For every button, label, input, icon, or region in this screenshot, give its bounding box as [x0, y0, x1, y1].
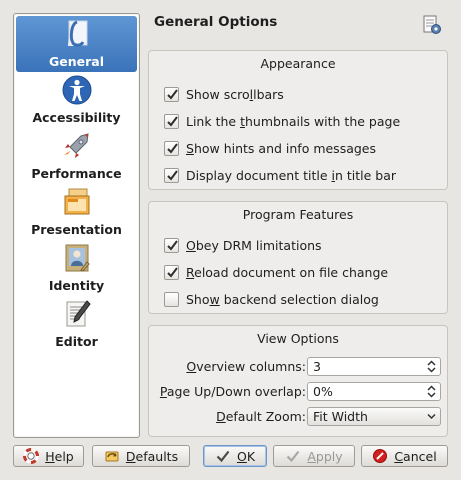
document-settings-icon — [423, 15, 441, 34]
cancel-button[interactable]: Cancel — [361, 445, 448, 467]
sidebar-item-label: Performance — [31, 166, 122, 181]
sidebar-item-presentation[interactable]: Presentation — [16, 184, 137, 240]
checkbox-box[interactable] — [164, 237, 179, 253]
apply-check-icon — [287, 450, 300, 463]
checkbox-label: Show backend selection dialog — [186, 291, 379, 307]
checkbox-box[interactable] — [164, 140, 179, 156]
overview-columns-row: Overview columns: 3 — [149, 357, 449, 377]
page-overlap-row: Page Up/Down overlap: 0% — [149, 382, 449, 402]
default-zoom-row: Default Zoom: Fit Width — [149, 407, 449, 427]
sidebar: General Accessibility Performance Presen… — [13, 13, 140, 438]
overview-columns-value: 3 — [313, 359, 321, 374]
page-overlap-value: 0% — [313, 384, 333, 399]
sidebar-item-general[interactable]: General — [16, 16, 137, 72]
accessibility-icon — [62, 75, 92, 105]
default-zoom-label: Default Zoom: — [216, 409, 306, 424]
presentation-icon — [64, 188, 90, 215]
group-title: Program Features — [242, 207, 354, 222]
identity-icon — [65, 244, 90, 272]
check-icon — [167, 142, 178, 154]
cancel-icon — [373, 449, 388, 463]
help-icon — [23, 448, 40, 464]
checkbox-label: Display document title in title bar — [186, 167, 397, 183]
ok-check-icon — [216, 450, 230, 463]
ok-button[interactable]: OK — [203, 445, 267, 467]
defaults-icon — [105, 451, 119, 462]
checkbox-label: Link the thumbnails with the page — [186, 113, 401, 129]
group-title: Appearance — [260, 56, 336, 71]
display-title-checkbox[interactable]: Display document title in title bar — [164, 166, 396, 184]
sidebar-item-performance[interactable]: Performance — [16, 128, 137, 184]
sidebar-item-label: Presentation — [31, 222, 122, 237]
check-icon — [167, 239, 178, 251]
button-label: Cancel — [394, 448, 437, 464]
checkbox-label: Show hints and info messages — [186, 140, 377, 156]
backend-dialog-checkbox[interactable]: Show backend selection dialog — [164, 290, 379, 308]
general-icon — [67, 20, 88, 47]
checkbox-box[interactable] — [164, 113, 179, 129]
checkbox-box[interactable] — [164, 167, 179, 183]
sidebar-item-label: Editor — [55, 334, 98, 349]
appearance-group: Appearance Show scrollbars Link the thum… — [148, 50, 448, 190]
checkbox-box[interactable] — [164, 291, 179, 307]
sidebar-item-label: General — [49, 54, 104, 69]
button-label: OK — [236, 448, 256, 464]
check-icon — [167, 88, 178, 100]
overview-columns-label: Overview columns: — [186, 359, 306, 374]
spin-arrows-icon[interactable] — [427, 385, 436, 398]
view-options-group: View Options Overview columns: 3 Page Up… — [148, 325, 448, 437]
checkbox-label: Reload document on file change — [186, 264, 389, 280]
checkbox-label: Show scrollbars — [186, 86, 284, 102]
program-features-group: Program Features Obey DRM limitations Re… — [148, 201, 448, 314]
button-label: Defaults — [125, 448, 179, 464]
check-icon — [167, 266, 178, 278]
button-label: Apply — [307, 448, 343, 464]
overview-columns-spinbox[interactable]: 3 — [307, 357, 441, 376]
default-zoom-value: Fit Width — [313, 409, 368, 424]
checkbox-box[interactable] — [164, 264, 179, 280]
checkbox-box[interactable] — [164, 86, 179, 102]
page-overlap-spinbox[interactable]: 0% — [307, 382, 441, 401]
default-zoom-select[interactable]: Fit Width — [307, 407, 441, 426]
check-icon — [167, 115, 178, 127]
checkbox-label: Obey DRM limitations — [186, 237, 322, 253]
button-label: Help — [45, 448, 74, 464]
sidebar-item-accessibility[interactable]: Accessibility — [16, 72, 137, 128]
editor-icon — [66, 300, 91, 327]
sidebar-item-label: Identity — [48, 278, 105, 293]
page-overlap-label: Page Up/Down overlap: — [159, 384, 306, 399]
chevron-down-icon — [427, 413, 436, 420]
sidebar-item-label: Accessibility — [32, 110, 121, 125]
sidebar-item-editor[interactable]: Editor — [16, 296, 137, 352]
page-title: General Options — [154, 14, 278, 30]
link-thumbnails-checkbox[interactable]: Link the thumbnails with the page — [164, 112, 400, 130]
spin-arrows-icon[interactable] — [427, 360, 436, 373]
obey-drm-checkbox[interactable]: Obey DRM limitations — [164, 236, 322, 254]
check-icon — [167, 169, 178, 181]
reload-document-checkbox[interactable]: Reload document on file change — [164, 263, 388, 281]
show-hints-checkbox[interactable]: Show hints and info messages — [164, 139, 376, 157]
sidebar-item-identity[interactable]: Identity — [16, 240, 137, 296]
help-button[interactable]: Help — [13, 445, 84, 467]
apply-button[interactable]: Apply — [273, 445, 355, 467]
performance-icon — [64, 133, 89, 158]
group-title: View Options — [257, 331, 339, 346]
defaults-button[interactable]: Defaults — [92, 445, 190, 467]
show-scrollbars-checkbox[interactable]: Show scrollbars — [164, 85, 284, 103]
